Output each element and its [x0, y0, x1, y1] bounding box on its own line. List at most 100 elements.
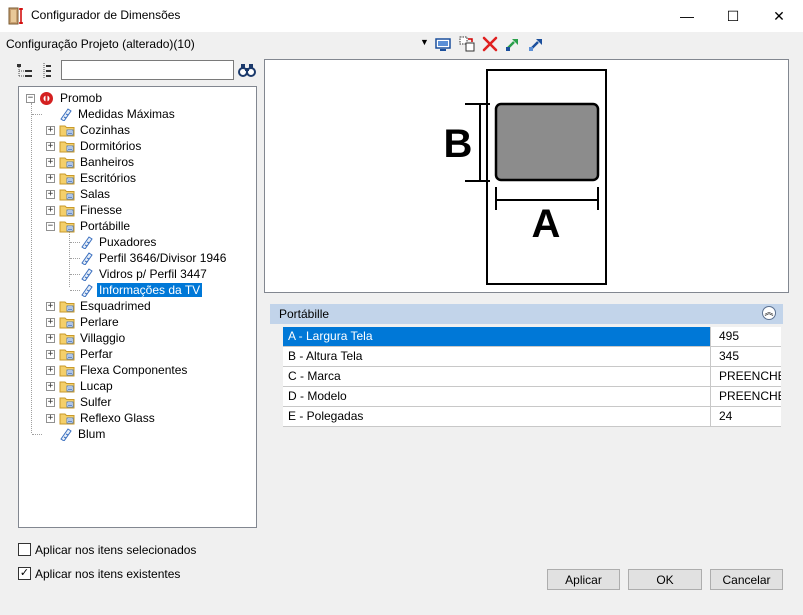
promob-logo-icon — [40, 91, 53, 105]
expand-toggle-icon[interactable]: + — [46, 366, 55, 375]
tree-item-label: Esquadrimed — [80, 299, 151, 313]
tree-item[interactable]: Portábille — [59, 218, 132, 234]
expand-toggle-icon[interactable]: + — [46, 174, 55, 183]
tree-item[interactable]: Banheiros — [59, 154, 136, 170]
folder-icon — [59, 413, 75, 424]
property-value[interactable]: PREENCHER — [719, 367, 781, 386]
tree-item[interactable]: Lucap — [59, 378, 115, 394]
configuration-dropdown-icon[interactable]: ▼ — [420, 37, 429, 47]
expand-toggle-icon[interactable]: + — [46, 398, 55, 407]
measure-tag-icon — [81, 236, 93, 249]
category-tree[interactable]: − Promob Medidas Máximas + Cozinhas + Dormit… — [18, 86, 257, 528]
delete-icon[interactable] — [481, 35, 499, 53]
property-group-header[interactable] — [270, 304, 783, 324]
tree-item[interactable]: Informações da TV — [80, 282, 203, 298]
property-row[interactable]: C - Marca PREENCHER — [283, 367, 781, 387]
collapse-group-icon[interactable]: ︽ — [762, 306, 776, 320]
expand-toggle-icon[interactable]: + — [46, 142, 55, 151]
dimension-label-b: B — [444, 122, 473, 166]
tree-item-label: Medidas Máximas — [78, 107, 175, 121]
tree-item[interactable]: Perfar — [59, 346, 115, 362]
tree-item[interactable]: Flexa Componentes — [59, 362, 189, 378]
tree-item[interactable]: Perfil 3646/Divisor 1946 — [80, 250, 228, 266]
collapse-all-icon[interactable] — [40, 62, 54, 80]
property-row[interactable]: E - Polegadas 24 — [283, 407, 781, 427]
expand-toggle-icon[interactable]: + — [46, 190, 55, 199]
tree-item[interactable]: Blum — [59, 426, 107, 442]
ok-button[interactable]: OK — [628, 569, 702, 590]
folder-icon — [59, 333, 75, 344]
expand-toggle-icon[interactable]: + — [46, 414, 55, 423]
folder-icon — [59, 173, 75, 184]
cancel-button[interactable]: Cancelar — [710, 569, 783, 590]
import-icon[interactable] — [504, 35, 522, 53]
minimize-button[interactable]: — — [664, 0, 710, 32]
apply-existing-checkbox[interactable]: ✓ — [18, 567, 31, 580]
tree-item[interactable]: Vidros p/ Perfil 3447 — [80, 266, 209, 282]
tree-item-label: Blum — [78, 427, 106, 441]
tree-item[interactable]: Escritórios — [59, 170, 138, 186]
screen-settings-icon[interactable] — [434, 35, 452, 53]
tree-item-label: Cozinhas — [80, 123, 131, 137]
property-row[interactable]: A - Largura Tela 495 — [283, 327, 781, 347]
apply-button[interactable]: Aplicar — [547, 569, 620, 590]
tree-item[interactable]: Sulfer — [59, 394, 113, 410]
maximize-button[interactable]: ☐ — [710, 0, 756, 32]
tree-item[interactable]: Villaggio — [59, 330, 127, 346]
search-input[interactable] — [61, 60, 234, 80]
tree-item[interactable]: Salas — [59, 186, 112, 202]
tree-item-label: Lucap — [80, 379, 113, 393]
tree-item-label: Villaggio — [80, 331, 126, 345]
folder-icon — [59, 189, 75, 200]
property-row[interactable]: B - Altura Tela 345 — [283, 347, 781, 367]
apply-existing-label: Aplicar nos itens existentes — [35, 567, 181, 581]
tree-item-label: Flexa Componentes — [80, 363, 188, 377]
apply-selected-label: Aplicar nos itens selecionados — [35, 543, 197, 557]
measure-tag-icon — [60, 428, 72, 441]
folder-icon — [59, 157, 75, 168]
tree-item-label: Vidros p/ Perfil 3447 — [99, 267, 207, 281]
expand-toggle-icon[interactable]: + — [46, 302, 55, 311]
expand-toggle-icon[interactable]: + — [46, 206, 55, 215]
tree-item[interactable]: Dormitórios — [59, 138, 143, 154]
tree-item-label: Informações da TV — [97, 283, 203, 297]
tv-dimension-diagram: B A — [444, 69, 607, 285]
expand-all-icon[interactable] — [16, 62, 34, 80]
collapse-toggle-icon[interactable]: − — [26, 93, 35, 103]
configuration-label: Configuração Projeto (alterado)(10) — [6, 37, 195, 51]
property-row[interactable]: D - Modelo PREENCHER — [283, 387, 781, 407]
property-value[interactable]: PREENCHER — [719, 387, 781, 406]
search-icon[interactable] — [238, 62, 256, 78]
tree-item[interactable]: Medidas Máximas — [59, 106, 177, 122]
tree-item[interactable]: Puxadores — [80, 234, 158, 250]
tree-item-root[interactable]: − Promob — [26, 90, 104, 106]
copy-dimensions-icon[interactable] — [458, 35, 476, 53]
property-value[interactable]: 495 — [719, 327, 781, 346]
expand-toggle-icon[interactable]: + — [46, 382, 55, 391]
expand-toggle-icon[interactable]: + — [46, 318, 55, 327]
expand-toggle-icon[interactable]: + — [46, 334, 55, 343]
expand-toggle-icon[interactable]: + — [46, 158, 55, 167]
property-value[interactable]: 24 — [719, 407, 781, 426]
tree-item-label: Banheiros — [80, 155, 135, 169]
folder-icon — [59, 125, 75, 136]
tree-item-label: Dormitórios — [80, 139, 142, 153]
folder-icon — [59, 205, 75, 216]
folder-icon — [59, 141, 75, 152]
apply-selected-checkbox[interactable] — [18, 543, 31, 556]
tree-item[interactable]: Cozinhas — [59, 122, 132, 138]
collapse-toggle-icon[interactable]: − — [46, 222, 55, 231]
tree-item-label: Finesse — [80, 203, 123, 217]
tree-item[interactable]: Reflexo Glass — [59, 410, 157, 426]
tree-item[interactable]: Esquadrimed — [59, 298, 153, 314]
property-name: E - Polegadas — [283, 407, 711, 426]
property-value[interactable]: 345 — [719, 347, 781, 366]
tree-item-label: Escritórios — [80, 171, 137, 185]
tree-item[interactable]: Perlare — [59, 314, 121, 330]
tree-item[interactable]: Finesse — [59, 202, 124, 218]
expand-toggle-icon[interactable]: + — [46, 350, 55, 359]
export-icon[interactable] — [527, 35, 545, 53]
folder-icon — [59, 381, 75, 392]
close-button[interactable]: ✕ — [756, 0, 802, 32]
expand-toggle-icon[interactable]: + — [46, 126, 55, 135]
